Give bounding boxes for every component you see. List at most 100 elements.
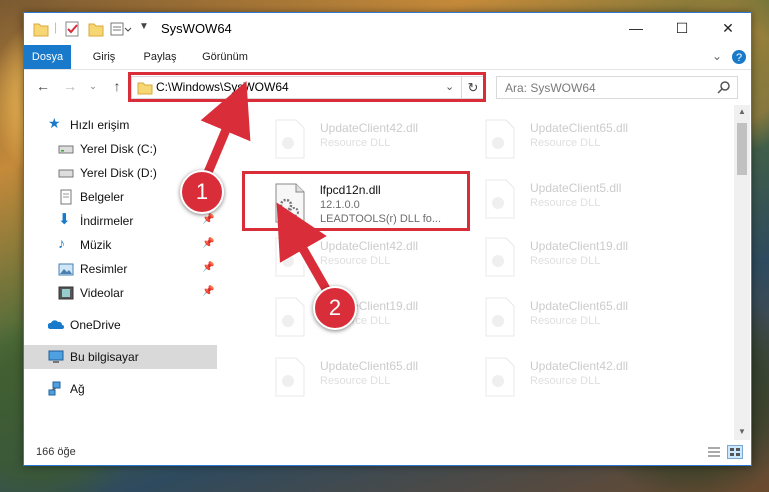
explorer-window: | ▼ SysWOW64 — ☐ ✕ Dosya Giriş Paylaş Gö… (23, 12, 752, 466)
search-icon[interactable] (717, 80, 731, 94)
file-name: UpdateClient42.dll (320, 121, 419, 135)
sidebar-item-label: Yerel Disk (C:) (80, 142, 157, 156)
window-title: SysWOW64 (161, 21, 232, 36)
dll-file-icon (485, 179, 515, 219)
help-icon[interactable]: ? (731, 49, 747, 65)
file-name: UpdateClient65.dll (530, 299, 629, 313)
dll-file-icon (485, 297, 515, 337)
file-type: Resource DLL (530, 137, 601, 149)
file-type: Resource DLL (320, 255, 391, 267)
customize-toolbar-icon[interactable] (110, 20, 132, 38)
minimize-button[interactable]: — (613, 13, 659, 44)
file-name: UpdateClient5.dll (530, 181, 622, 195)
dll-file-icon (275, 119, 305, 159)
tab-share[interactable]: Paylaş (136, 45, 184, 69)
star-icon: ★ (48, 115, 61, 131)
file-tile[interactable]: UpdateClient19.dll Resource DLL (484, 235, 684, 283)
sidebar-item-label: İndirmeler (80, 214, 134, 228)
onedrive-icon (48, 320, 64, 329)
tab-view[interactable]: Görünüm (196, 45, 254, 69)
close-button[interactable]: ✕ (705, 13, 751, 44)
tab-file[interactable]: Dosya (24, 45, 71, 69)
search-input[interactable]: Ara: SysWOW64 (496, 76, 738, 99)
pin-icon[interactable]: 📌 (202, 238, 214, 249)
callout-step-2: 2 (313, 286, 357, 330)
details-view-icon[interactable] (707, 446, 721, 458)
file-list: UpdateClient42.dll Resource DLL UpdateCl… (218, 105, 734, 440)
sidebar-item-pictures[interactable]: Resimler 📌 (24, 257, 217, 281)
dll-file-icon (485, 357, 515, 397)
file-tile[interactable]: UpdateClient5.dll Resource DLL (484, 177, 684, 225)
sidebar-item-label: Bu bilgisayar (70, 350, 139, 364)
file-type: Resource DLL (530, 315, 601, 327)
pin-icon[interactable]: 📌 (202, 286, 214, 297)
vertical-scrollbar[interactable]: ▲ ▼ (734, 105, 750, 440)
item-count: 166 öğe (36, 446, 76, 458)
navigation-bar: ← → ⌄ ↑ C:\Windows\SysWOW64 ⌄ ↻ Ara: Sys… (24, 70, 751, 104)
back-arrow-icon[interactable]: ← (34, 76, 52, 96)
file-highlight (242, 171, 470, 231)
dll-file-icon (275, 357, 305, 397)
separator: | (54, 20, 58, 34)
file-tile[interactable]: UpdateClient65.dll Resource DLL (484, 295, 684, 343)
sidebar-item-onedrive[interactable]: OneDrive (24, 313, 217, 337)
dll-file-icon (485, 237, 515, 277)
tab-home[interactable]: Giriş (82, 45, 126, 69)
sidebar-item-network[interactable]: Ağ (24, 377, 217, 401)
file-type: Resource DLL (530, 255, 601, 267)
computer-icon (48, 350, 64, 363)
dll-file-icon (275, 297, 305, 337)
network-icon (48, 381, 61, 396)
file-tile[interactable]: UpdateClient19.dll Resource DLL (274, 295, 474, 343)
pin-icon[interactable]: 📌 (202, 214, 214, 225)
folder-icon (33, 23, 49, 37)
pictures-icon (58, 263, 74, 276)
sidebar-item-drive-c[interactable]: Yerel Disk (C:) (24, 137, 217, 161)
recent-locations-icon[interactable]: ⌄ (84, 76, 102, 96)
music-icon: ♪ (58, 235, 65, 251)
sidebar-item-label: Videolar (80, 286, 124, 300)
large-icons-view-icon[interactable] (727, 445, 743, 459)
up-arrow-icon[interactable]: ↑ (108, 76, 126, 96)
file-tile[interactable]: UpdateClient42.dll Resource DLL (274, 235, 474, 283)
dropdown-arrow-icon[interactable]: ▼ (139, 21, 149, 32)
title-bar: | ▼ SysWOW64 — ☐ ✕ (24, 13, 751, 44)
status-bar: 166 öğe (24, 441, 751, 464)
svg-text:?: ? (736, 52, 742, 64)
properties-icon[interactable] (64, 20, 80, 38)
address-highlight (128, 72, 486, 102)
file-name: UpdateClient65.dll (530, 121, 629, 135)
sidebar-item-videos[interactable]: Videolar 📌 (24, 281, 217, 305)
file-tile[interactable]: UpdateClient42.dll Resource DLL (484, 355, 684, 403)
sidebar-item-label: Ağ (70, 382, 85, 396)
file-tile[interactable]: UpdateClient65.dll Resource DLL (274, 355, 474, 403)
file-tile[interactable]: UpdateClient65.dll Resource DLL (484, 117, 684, 165)
sidebar-item-label: Resimler (80, 262, 128, 276)
scroll-down-icon[interactable]: ▼ (738, 427, 746, 436)
forward-arrow-icon[interactable]: → (61, 76, 79, 96)
search-placeholder: Ara: SysWOW64 (505, 81, 596, 95)
sidebar-item-label: Yerel Disk (D:) (80, 166, 157, 180)
downloads-icon: ⬇ (58, 211, 71, 228)
chevron-down-icon[interactable]: ⌄ (712, 49, 722, 63)
scroll-thumb[interactable] (737, 123, 747, 175)
sidebar-item-label: Belgeler (80, 190, 125, 204)
file-name: UpdateClient19.dll (530, 239, 629, 253)
drive-icon (58, 145, 74, 154)
file-type: Resource DLL (530, 375, 601, 387)
pin-icon[interactable]: 📌 (202, 262, 214, 273)
sidebar-item-label: Müzik (80, 238, 112, 252)
sidebar-item-downloads[interactable]: ⬇ İndirmeler 📌 (24, 209, 217, 233)
file-type: Resource DLL (320, 375, 391, 387)
new-folder-icon[interactable] (88, 20, 104, 38)
scroll-up-icon[interactable]: ▲ (738, 107, 746, 116)
sidebar-item-this-pc[interactable]: Bu bilgisayar (24, 345, 217, 369)
documents-icon (60, 189, 72, 205)
file-tile[interactable]: UpdateClient42.dll Resource DLL (274, 117, 474, 165)
sidebar-item-label: OneDrive (70, 318, 121, 332)
maximize-button[interactable]: ☐ (659, 13, 705, 44)
sidebar-item-label: Hızlı erişim (70, 118, 130, 132)
sidebar-item-music[interactable]: ♪ Müzik 📌 (24, 233, 217, 257)
file-name: UpdateClient42.dll (530, 359, 629, 373)
sidebar-item-quick-access[interactable]: ★ Hızlı erişim (24, 113, 217, 137)
